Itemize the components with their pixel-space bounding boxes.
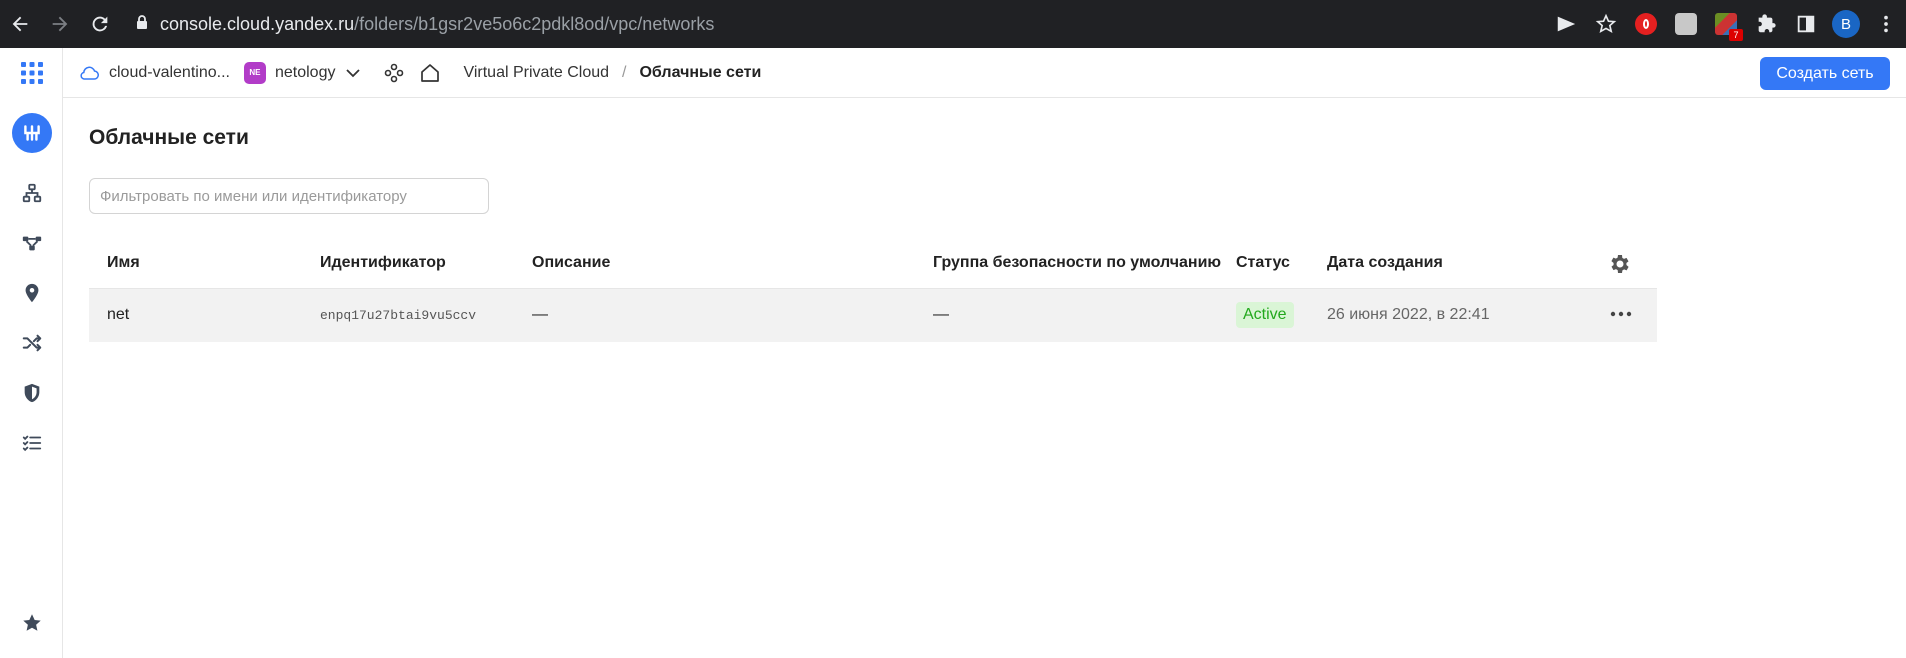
- gear-icon[interactable]: [1608, 252, 1632, 276]
- bookmark-button[interactable]: [1586, 0, 1626, 48]
- forward-button[interactable]: [40, 0, 80, 48]
- ip-addresses-icon: [25, 283, 38, 303]
- arrow-left-icon: [12, 16, 28, 32]
- table-header: Имя Идентификатор Описание Группа безопа…: [89, 242, 1657, 289]
- star-outline-icon: [1595, 13, 1617, 33]
- lock-icon: [136, 14, 148, 35]
- breadcrumb-cloud[interactable]: cloud-valentino...: [79, 64, 230, 82]
- gateways-icon: [22, 334, 41, 352]
- profile-button[interactable]: B: [1826, 0, 1866, 48]
- column-header-description[interactable]: Описание: [532, 254, 610, 272]
- extension-badge-icon: 7: [1715, 13, 1743, 41]
- breadcrumb-separator: /: [622, 63, 627, 81]
- extension-red[interactable]: [1626, 0, 1666, 48]
- operations-icon: [22, 435, 41, 452]
- sidebar-item-operations[interactable]: [0, 418, 63, 468]
- filter-input[interactable]: [89, 178, 489, 214]
- service-sidebar: [0, 48, 63, 658]
- column-header-created[interactable]: Дата создания: [1327, 254, 1443, 272]
- breadcrumb-folder[interactable]: NE netology: [243, 61, 362, 84]
- extension-multi[interactable]: 7: [1706, 0, 1746, 48]
- sidebar-item-vpc[interactable]: [0, 108, 63, 158]
- chevron-down-icon: [346, 68, 361, 77]
- sidebar-item-gateways[interactable]: [0, 318, 63, 368]
- breadcrumb-service[interactable]: Virtual Private Cloud: [463, 64, 609, 82]
- url-domain: console.cloud.yandex.ru: [160, 13, 355, 34]
- cell-id: enpq17u27btai9vu5ccv: [320, 308, 477, 323]
- more-vertical-icon: [1884, 15, 1888, 33]
- breadcrumb-service-label: Virtual Private Cloud: [463, 63, 610, 81]
- folder-badge: NE: [243, 61, 266, 84]
- page-title: Облачные сети: [89, 126, 249, 149]
- column-header-id[interactable]: Идентификатор: [320, 254, 446, 272]
- cell-name[interactable]: net: [107, 306, 129, 324]
- row-actions-button[interactable]: [1608, 301, 1634, 327]
- extension-badge: 7: [1729, 29, 1743, 41]
- cell-created: 26 июня 2022, в 22:41: [1327, 306, 1490, 323]
- security-groups-icon: [24, 383, 39, 403]
- cell-description: —: [532, 306, 548, 323]
- sidebar-item-security-groups[interactable]: [0, 368, 63, 418]
- more-horizontal-icon: [1610, 311, 1632, 317]
- send-icon: [1557, 16, 1576, 32]
- side-panel-button[interactable]: [1786, 0, 1826, 48]
- reload-icon: [92, 16, 108, 32]
- services-icon: [385, 63, 404, 82]
- column-header-status[interactable]: Статус: [1236, 254, 1290, 272]
- apps-menu-button[interactable]: [0, 48, 63, 98]
- services-map-button[interactable]: [383, 62, 405, 84]
- column-header-name[interactable]: Имя: [107, 254, 140, 272]
- extension-icon: [1675, 13, 1697, 35]
- reload-button[interactable]: [80, 0, 120, 48]
- extensions-button[interactable]: [1746, 0, 1786, 48]
- favorites-star-icon: [22, 614, 41, 631]
- browser-toolbar: console.cloud.yandex.ru/folders/b1gsr2ve…: [0, 0, 1906, 48]
- cloud-name: cloud-valentino...: [109, 63, 230, 81]
- cloud-networks-icon: [22, 183, 41, 203]
- sidebar-item-route-tables[interactable]: [0, 218, 63, 268]
- browser-actions: 7 B: [1546, 0, 1906, 48]
- extension-grey[interactable]: [1666, 0, 1706, 48]
- create-network-button[interactable]: Создать сеть: [1760, 57, 1890, 90]
- home-button[interactable]: [419, 62, 441, 84]
- browser-menu-button[interactable]: [1866, 0, 1906, 48]
- column-header-security-group[interactable]: Группа безопасности по умолчанию: [933, 254, 1221, 272]
- table-row[interactable]: net enpq17u27btai9vu5ccv — — Active 26 и…: [89, 289, 1657, 342]
- arrow-right-icon: [52, 16, 68, 32]
- breadcrumb-current: Облачные сети: [639, 63, 762, 81]
- opera-extension-icon: [1635, 13, 1657, 35]
- sidebar-item-ip-addresses[interactable]: [0, 268, 63, 318]
- sidebar-item-networks[interactable]: [0, 168, 63, 218]
- cloud-icon: [80, 66, 99, 80]
- console-header: cloud-valentino... NE netology Virtual P…: [63, 48, 1906, 98]
- apps-grid-icon: [20, 62, 43, 84]
- route-tables-icon: [22, 236, 41, 251]
- send-tab-button[interactable]: [1546, 0, 1586, 48]
- address-bar[interactable]: console.cloud.yandex.ru/folders/b1gsr2ve…: [136, 8, 1556, 40]
- folder-name: netology: [274, 63, 336, 81]
- side-panel-icon: [1797, 15, 1815, 33]
- home-icon: [421, 63, 440, 82]
- status-badge: Active: [1236, 302, 1294, 328]
- back-button[interactable]: [0, 0, 40, 48]
- vpc-service-icon: [11, 113, 52, 153]
- cell-security-group: —: [933, 306, 949, 323]
- puzzle-icon: [1758, 14, 1776, 33]
- url-path: /folders/b1gsr2ve5o6c2pdkl8od/vpc/networ…: [354, 13, 715, 34]
- sidebar-item-favorites[interactable]: [0, 598, 63, 648]
- networks-table: Имя Идентификатор Описание Группа безопа…: [89, 242, 1657, 342]
- avatar: B: [1832, 10, 1860, 38]
